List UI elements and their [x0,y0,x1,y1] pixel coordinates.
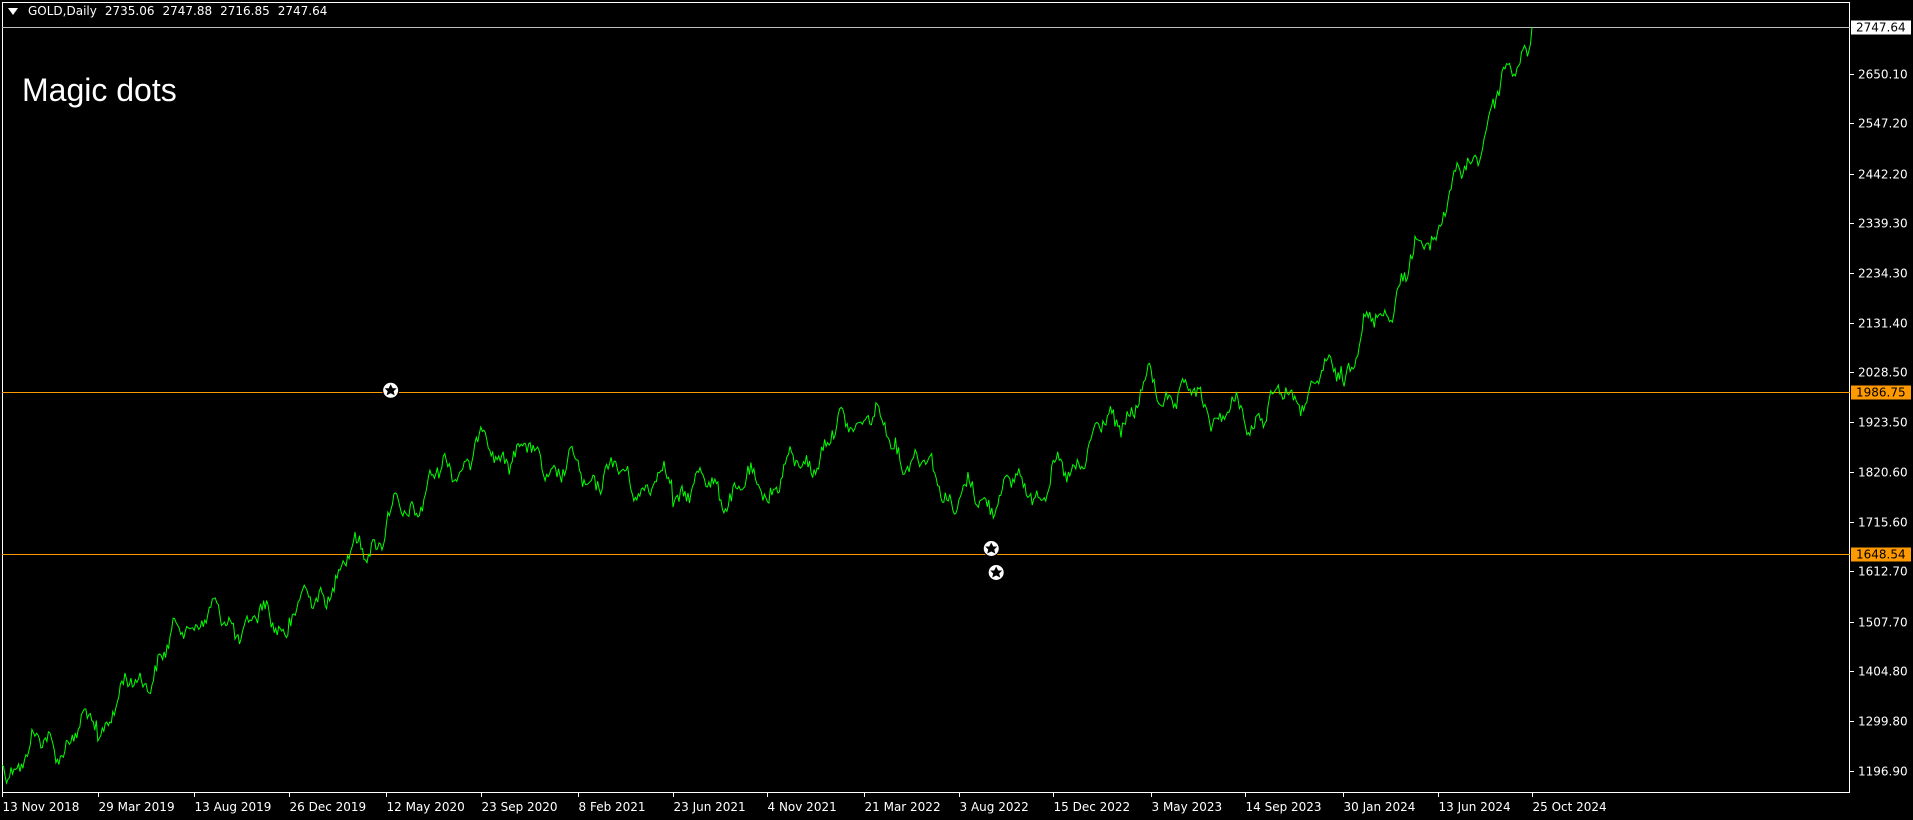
y-tick-label: 1404.80 [1858,665,1908,679]
dropdown-triangle-icon[interactable] [8,7,18,15]
x-tick-label: 26 Dec 2019 [290,800,367,814]
x-tick-label: 3 Aug 2022 [960,800,1029,814]
x-tick-label: 23 Jun 2021 [674,800,746,814]
close-value: 2747.64 [277,4,328,18]
open-value: 2735.06 [104,4,155,18]
x-tick-label: 25 Oct 2024 [1533,800,1607,814]
y-tick-label: 1715.60 [1858,516,1908,530]
x-tick-label: 21 Mar 2022 [865,800,941,814]
level-label: 1986.75 [1856,386,1906,400]
level-label: 1648.54 [1856,548,1906,562]
x-tick-label: 14 Sep 2023 [1246,800,1322,814]
x-tick-label: 4 Nov 2021 [768,800,837,814]
x-tick-label: 30 Jan 2024 [1344,800,1416,814]
y-tick-label: 1820.60 [1858,466,1908,480]
last-price-label: 2747.64 [1856,21,1906,35]
low-value: 2716.85 [220,4,270,18]
symbol-header: GOLD,Daily 2735.06 2747.88 2716.85 2747.… [8,4,327,18]
chart-svg: 2650.10 2547.20 2442.20 2339.30 2234.30 2131.… [0,0,1913,820]
y-tick-label: 2028.50 [1858,366,1908,380]
chart-background [0,0,1913,820]
high-value: 2747.88 [162,4,213,18]
y-tick-label: 1299.80 [1858,715,1908,729]
overlay-title: Magic dots [22,72,177,108]
x-tick-label: 12 May 2020 [387,800,465,814]
x-tick-label: 13 Jun 2024 [1439,800,1511,814]
x-tick-label: 29 Mar 2019 [99,800,175,814]
y-tick-label: 2234.30 [1858,267,1908,281]
y-tick-label: 1923.50 [1858,416,1908,430]
symbol-name: GOLD,Daily [28,4,97,18]
y-tick-label: 2547.20 [1858,117,1908,131]
y-tick-label: 2131.40 [1858,317,1908,331]
x-tick-label: 13 Aug 2019 [195,800,272,814]
x-tick-label: 23 Sep 2020 [482,800,558,814]
x-tick-label: 13 Nov 2018 [3,800,80,814]
y-tick-label: 2442.20 [1858,168,1908,182]
x-tick-label: 15 Dec 2022 [1054,800,1131,814]
x-tick-label: 8 Feb 2021 [579,800,646,814]
y-tick-label: 2650.10 [1858,68,1908,82]
y-tick-label: 2339.30 [1858,217,1908,231]
y-tick-label: 1507.70 [1858,616,1908,630]
y-tick-label: 1612.70 [1858,565,1908,579]
y-tick-label: 1196.90 [1858,765,1908,779]
x-tick-label: 3 May 2023 [1152,800,1223,814]
